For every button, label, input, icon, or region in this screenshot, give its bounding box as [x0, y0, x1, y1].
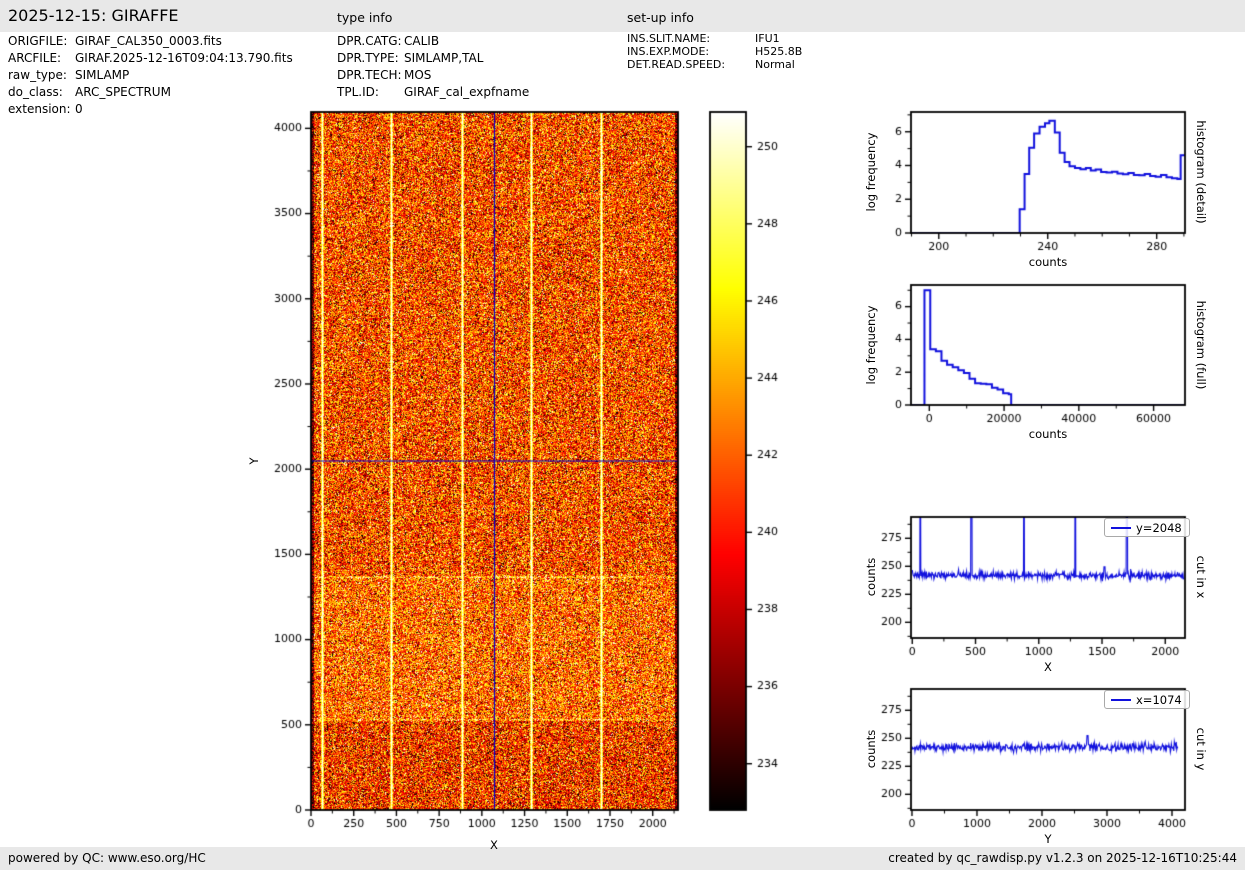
x-axis-label-raw-image: X [490, 838, 498, 852]
footer-powered-by: powered by QC: www.eso.org/HC [8, 851, 206, 865]
header-bar [0, 0, 1245, 32]
page-title: 2025-12-15: GIRAFFE [8, 6, 179, 25]
y-axis-label-cut-x: counts [864, 557, 878, 597]
type-row-tpl-id: TPL.ID: GIRAF_cal_expfname [337, 85, 529, 99]
meta-value: GIRAF_CAL350_0003.fits [75, 34, 222, 48]
x-axis-label-cut-x: X [1044, 660, 1052, 674]
setup-row-read-speed: DET.READ.SPEED: Normal [627, 58, 795, 71]
meta-value: ARC_SPECTRUM [75, 85, 171, 99]
x-axis-label-hist-full: counts [1028, 427, 1068, 441]
type-row-dpr-type: DPR.TYPE: SIMLAMP,TAL [337, 51, 483, 65]
meta-value: H525.8B [755, 45, 803, 58]
meta-value: SIMLAMP,TAL [404, 51, 484, 65]
y-axis-label-cut-y: counts [864, 729, 878, 769]
meta-row-do-class: do_class: ARC_SPECTRUM [8, 85, 171, 99]
meta-value: Normal [755, 58, 795, 71]
legend-line-sample [1111, 698, 1131, 701]
meta-value: MOS [404, 68, 432, 82]
meta-label: INS.EXP.MODE: [627, 45, 710, 58]
right-label-hist-detail: histogram (detail) [1194, 120, 1208, 224]
meta-row-origfile: ORIGFILE: GIRAF_CAL350_0003.fits [8, 34, 222, 48]
legend-line-sample [1111, 526, 1131, 529]
meta-value: GIRAF_cal_expfname [404, 85, 530, 99]
meta-value: GIRAF.2025-12-16T09:04:13.790.fits [75, 51, 293, 65]
qc-rawdisp-report: 2025-12-15: GIRAFFE type info set-up inf… [0, 0, 1245, 870]
meta-label: DET.READ.SPEED: [627, 58, 726, 71]
type-info-section-title: type info [337, 10, 393, 25]
meta-label: DPR.TYPE: [337, 51, 399, 65]
setup-row-slit-name: INS.SLIT.NAME: IFU1 [627, 32, 780, 45]
footer-created-by: created by qc_rawdisp.py v1.2.3 on 2025-… [888, 851, 1237, 865]
legend-label: x=1074 [1136, 692, 1182, 707]
meta-label: do_class: [8, 85, 63, 99]
meta-row-raw-type: raw_type: SIMLAMP [8, 68, 129, 82]
meta-label: extension: [8, 102, 71, 116]
legend-cut-x: y=2048 [1104, 518, 1190, 537]
y-axis-label-hist-full: log frequency [864, 305, 878, 385]
meta-label: ARCFILE: [8, 51, 62, 65]
x-axis-label-cut-y: Y [1044, 832, 1052, 846]
meta-label: DPR.CATG: [337, 34, 402, 48]
meta-label: DPR.TECH: [337, 68, 402, 82]
right-label-hist-full: histogram (full) [1194, 300, 1208, 390]
y-axis-label-raw-image: Y [247, 457, 261, 465]
meta-value: CALIB [404, 34, 440, 48]
meta-label: raw_type: [8, 68, 67, 82]
right-label-cut-x: cut in x [1194, 555, 1208, 599]
meta-value: SIMLAMP [75, 68, 130, 82]
legend-cut-y: x=1074 [1104, 690, 1190, 709]
setup-info-section-title: set-up info [627, 10, 694, 25]
meta-value: IFU1 [755, 32, 780, 45]
setup-row-exp-mode: INS.EXP.MODE: H525.8B [627, 45, 802, 58]
meta-value: 0 [75, 102, 83, 116]
legend-label: y=2048 [1136, 520, 1182, 535]
type-row-dpr-catg: DPR.CATG: CALIB [337, 34, 439, 48]
meta-label: ORIGFILE: [8, 34, 68, 48]
meta-label: TPL.ID: [337, 85, 379, 99]
meta-row-extension: extension: 0 [8, 102, 83, 116]
meta-label: INS.SLIT.NAME: [627, 32, 711, 45]
x-axis-label-hist-detail: counts [1028, 255, 1068, 269]
y-axis-label-hist-detail: log frequency [864, 132, 878, 212]
right-label-cut-y: cut in y [1194, 727, 1208, 771]
meta-row-arcfile: ARCFILE: GIRAF.2025-12-16T09:04:13.790.fi… [8, 51, 293, 65]
type-row-dpr-tech: DPR.TECH: MOS [337, 68, 431, 82]
